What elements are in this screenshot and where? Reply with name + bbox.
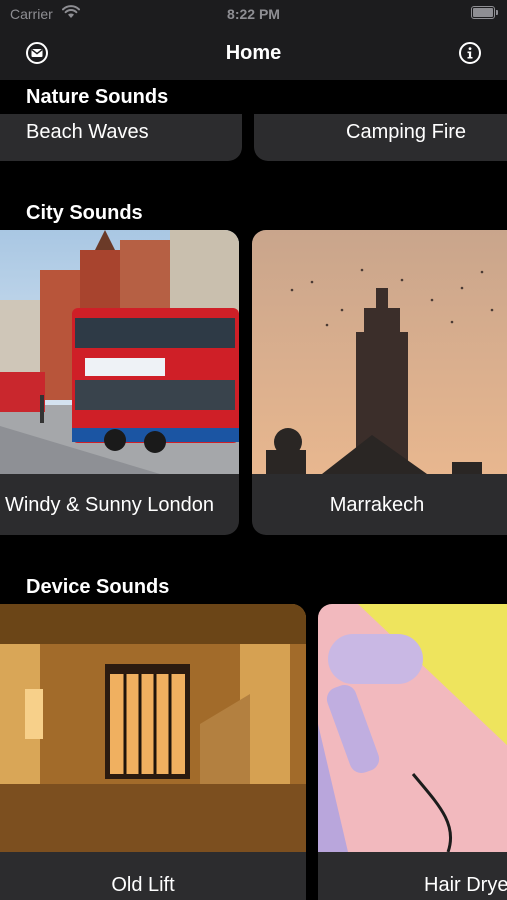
card-label: Hair Dryer (424, 874, 507, 896)
card-label: Windy & Sunny London (4, 494, 215, 516)
battery-icon (471, 6, 498, 19)
section-title-nature: Nature Sounds (26, 86, 169, 108)
sound-list[interactable]: Beach Waves Camping Fire Nature Sounds C… (0, 80, 507, 900)
card-label: Old Lift (111, 874, 175, 896)
section-title-city: City Sounds (26, 202, 143, 224)
hair-dryer-image (318, 604, 507, 852)
sound-card-old-lift[interactable]: Old Lift (0, 604, 306, 900)
sound-card-hair-dryer[interactable]: Hair Dryer (318, 604, 507, 900)
section-title-device: Device Sounds (26, 576, 170, 598)
sound-card-marrakech[interactable]: Marrakech (252, 230, 507, 535)
status-time: 8:22 PM (227, 6, 280, 22)
card-label: Beach Waves (26, 121, 149, 143)
card-label: Camping Fire (346, 121, 467, 143)
navigation-bar: Home (0, 28, 507, 80)
old-lift-image (0, 604, 306, 852)
card-label: Marrakech (329, 494, 425, 516)
info-icon (459, 42, 481, 64)
page-title: Home (225, 42, 282, 64)
sound-card-london[interactable]: Windy & Sunny London (0, 230, 239, 535)
info-button[interactable] (458, 41, 482, 65)
marrakech-image (252, 230, 507, 474)
london-bus-image (0, 230, 239, 474)
status-bar: Carrier 8:22 PM (0, 0, 507, 28)
